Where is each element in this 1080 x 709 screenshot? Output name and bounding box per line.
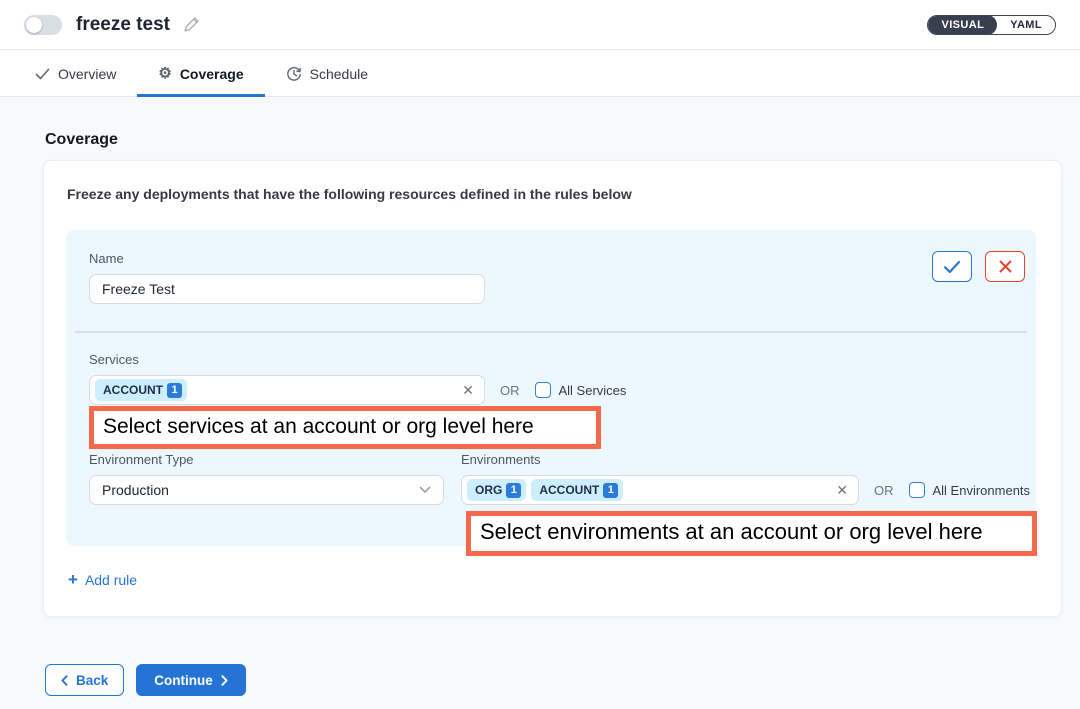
title-bar: freeze test VISUAL YAML	[0, 0, 1080, 50]
tab-coverage-label: Coverage	[180, 66, 244, 82]
environments-row: ORG 1 ACCOUNT 1 ✕ OR All Environments	[461, 475, 1030, 505]
environment-chip-org[interactable]: ORG 1	[467, 479, 526, 501]
chevron-right-icon	[221, 675, 228, 686]
tab-bar: Overview ⚙ Coverage Schedule	[0, 51, 1080, 97]
chip-label: ORG	[475, 483, 502, 497]
environments-or-label: OR	[874, 483, 894, 498]
back-label: Back	[76, 673, 108, 688]
environment-type-label: Environment Type	[89, 452, 444, 467]
chip-count-badge: 1	[167, 383, 182, 398]
gear-icon: ⚙	[158, 66, 171, 81]
add-rule-label: Add rule	[85, 572, 137, 588]
environments-label: Environments	[461, 452, 1030, 467]
all-services-label: All Services	[559, 383, 627, 398]
chip-count-badge: 1	[506, 483, 521, 498]
tab-overview[interactable]: Overview	[14, 51, 137, 96]
check-icon	[943, 260, 961, 274]
discard-rule-button[interactable]	[985, 251, 1025, 282]
freeze-title: freeze test	[76, 14, 170, 36]
environments-input[interactable]: ORG 1 ACCOUNT 1 ✕	[461, 475, 859, 505]
tab-schedule-label: Schedule	[310, 66, 368, 82]
chip-label: ACCOUNT	[539, 483, 599, 497]
edit-title-button[interactable]	[182, 15, 201, 34]
page-title: Coverage	[45, 131, 118, 149]
tab-schedule[interactable]: Schedule	[265, 51, 389, 96]
environment-row: Environment Type Production Environments…	[89, 452, 1030, 505]
chip-count-badge: 1	[603, 483, 618, 498]
continue-label: Continue	[154, 673, 213, 688]
coverage-card: Freeze any deployments that have the fol…	[43, 160, 1062, 617]
environment-type-block: Environment Type Production	[89, 452, 444, 505]
visual-toggle-button[interactable]: VISUAL	[928, 15, 997, 35]
environments-block: Environments ORG 1 ACCOUNT 1 ✕ OR	[461, 452, 1030, 505]
footer-actions: Back Continue	[45, 664, 246, 696]
tab-coverage[interactable]: ⚙ Coverage	[137, 51, 264, 96]
continue-button[interactable]: Continue	[136, 664, 246, 696]
add-rule-button[interactable]: + Add rule	[68, 571, 137, 588]
rule-edit-actions	[932, 251, 1025, 282]
card-description: Freeze any deployments that have the fol…	[67, 186, 632, 202]
all-environments-checkbox[interactable]	[909, 482, 925, 498]
name-input[interactable]	[89, 274, 485, 304]
visual-yaml-switcher: VISUAL YAML	[927, 15, 1056, 35]
services-label: Services	[89, 352, 139, 367]
plus-icon: +	[68, 571, 78, 588]
rule-panel: Name Services ACCOUNT 1 ✕ OR All Service…	[66, 230, 1036, 546]
tab-overview-label: Overview	[58, 66, 116, 82]
all-environments-label: All Environments	[933, 483, 1031, 498]
name-label: Name	[89, 251, 485, 266]
name-field-block: Name	[89, 251, 485, 304]
environments-annotation: Select environments at an account or org…	[466, 511, 1037, 556]
services-row: ACCOUNT 1 ✕ OR All Services	[89, 375, 626, 405]
chevron-down-icon	[419, 486, 431, 494]
all-services-option[interactable]: All Services	[535, 382, 627, 398]
chevron-left-icon	[61, 675, 68, 686]
close-icon	[999, 260, 1012, 273]
toggle-knob	[26, 17, 42, 33]
history-clock-icon	[286, 66, 302, 82]
environments-clear-icon[interactable]: ✕	[836, 483, 848, 497]
check-icon	[35, 68, 50, 80]
divider	[75, 331, 1027, 333]
apply-rule-button[interactable]	[932, 251, 972, 282]
service-chip-account[interactable]: ACCOUNT 1	[95, 379, 187, 401]
all-environments-option[interactable]: All Environments	[909, 482, 1031, 498]
back-button[interactable]: Back	[45, 664, 124, 696]
yaml-toggle-button[interactable]: YAML	[997, 15, 1055, 35]
services-input[interactable]: ACCOUNT 1 ✕	[89, 375, 485, 405]
environment-type-select[interactable]: Production	[89, 475, 444, 505]
services-or-label: OR	[500, 383, 520, 398]
services-annotation: Select services at an account or org lev…	[89, 406, 601, 449]
environment-type-value: Production	[102, 482, 169, 498]
all-services-checkbox[interactable]	[535, 382, 551, 398]
environment-chip-account[interactable]: ACCOUNT 1	[531, 479, 623, 501]
chip-label: ACCOUNT	[103, 383, 163, 397]
services-clear-icon[interactable]: ✕	[462, 383, 474, 397]
freeze-enable-toggle[interactable]	[24, 15, 62, 35]
pencil-icon	[182, 15, 201, 34]
